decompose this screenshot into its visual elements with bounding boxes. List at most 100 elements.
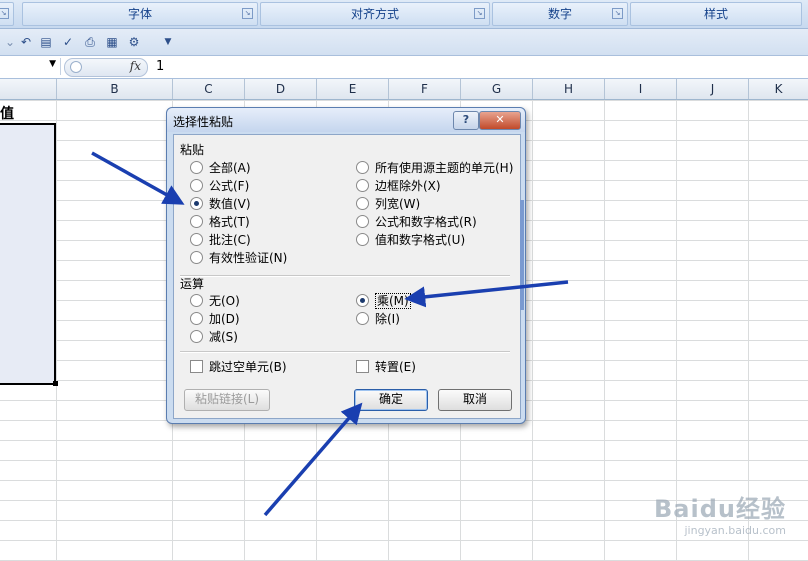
cancel-button[interactable]: 取消	[438, 389, 512, 411]
undo-icon[interactable]: ↶	[18, 35, 34, 49]
tools-icon[interactable]: ⚙	[126, 35, 142, 49]
form-icon[interactable]: ▤	[38, 35, 54, 49]
operation-option-none[interactable]: 无(O)	[190, 293, 240, 309]
option-label: 公式(F)	[209, 179, 250, 193]
operation-option-multiply[interactable]: 乘(M)	[356, 293, 411, 309]
option-label: 格式(T)	[209, 215, 250, 229]
column-header[interactable]: K	[749, 79, 808, 99]
ok-button[interactable]: 确定	[354, 389, 428, 411]
radio-icon[interactable]	[190, 161, 203, 174]
column-header[interactable]: C	[173, 79, 245, 99]
ribbon-group-number: 数字 ↘	[492, 2, 628, 26]
ribbon-group-label: 数字	[547, 7, 572, 21]
option-label: 无(O)	[209, 294, 240, 308]
paste-option-formats[interactable]: 格式(T)	[190, 214, 250, 230]
close-button[interactable]: ✕	[479, 111, 521, 130]
column-header-a[interactable]	[0, 79, 57, 99]
radio-selected-icon[interactable]	[356, 294, 369, 307]
radio-icon[interactable]	[190, 294, 203, 307]
number-dialog-launcher-icon[interactable]: ↘	[612, 8, 623, 19]
checkbox-icon[interactable]	[190, 360, 203, 373]
option-label: 值和数字格式(U)	[375, 233, 466, 247]
radio-icon[interactable]	[356, 179, 369, 192]
fill-handle[interactable]	[53, 381, 58, 386]
checkbox-icon[interactable]	[356, 360, 369, 373]
option-label: 有效性验证(N)	[209, 251, 288, 265]
radio-icon[interactable]	[190, 233, 203, 246]
watermark-url: jingyan.baidu.com	[684, 524, 786, 537]
operation-option-divide[interactable]: 除(I)	[356, 311, 400, 327]
radio-icon[interactable]	[190, 312, 203, 325]
option-label: 边框除外(X)	[375, 179, 441, 193]
radio-icon[interactable]	[190, 251, 203, 264]
customize-icon[interactable]: ▼	[160, 35, 176, 49]
print-preview-icon[interactable]: ⎙	[82, 35, 98, 49]
column-header[interactable]: I	[605, 79, 677, 99]
paste-option-validation[interactable]: 有效性验证(N)	[190, 250, 287, 266]
column-headers: B C D E F G H I J K	[0, 79, 808, 100]
name-box[interactable]: ▼	[0, 58, 61, 75]
name-box-dropdown-icon[interactable]: ▼	[49, 59, 56, 69]
option-label: 所有使用源主题的单元(H)	[375, 161, 514, 175]
overflow-chevron-icon[interactable]: ⌄	[2, 35, 18, 49]
radio-icon[interactable]	[190, 215, 203, 228]
transpose-checkbox[interactable]: 转置(E)	[356, 359, 416, 375]
dialog-body: 粘贴 全部(A) 公式(F) 数值(V) 格式(T) 批注(C) 有效性验证(N…	[173, 134, 521, 419]
column-header[interactable]: G	[461, 79, 533, 99]
radio-icon[interactable]	[356, 233, 369, 246]
column-header[interactable]: J	[677, 79, 749, 99]
ribbon-group-label: 样式	[703, 7, 728, 21]
paste-option-no-borders[interactable]: 边框除外(X)	[356, 178, 441, 194]
help-button[interactable]: ?	[453, 111, 479, 130]
paste-option-source-theme[interactable]: 所有使用源主题的单元(H)	[356, 160, 513, 176]
paste-option-values-numbers[interactable]: 值和数字格式(U)	[356, 232, 465, 248]
cell-a1[interactable]: 值	[0, 103, 14, 123]
option-label: 转置(E)	[375, 360, 416, 374]
dialog-launcher-icon[interactable]: ↘	[0, 8, 9, 19]
radio-icon[interactable]	[356, 312, 369, 325]
skip-blanks-checkbox[interactable]: 跳过空单元(B)	[190, 359, 287, 375]
watermark: Baidu经验 jingyan.baidu.com	[654, 489, 786, 537]
paste-section-label: 粘贴	[180, 143, 205, 157]
radio-icon[interactable]	[190, 330, 203, 343]
paste-option-column-widths[interactable]: 列宽(W)	[356, 196, 420, 212]
watermark-logo: Baidu经验	[654, 495, 786, 523]
paste-link-button[interactable]: 粘贴链接(L)	[184, 389, 270, 411]
paste-option-values[interactable]: 数值(V)	[190, 196, 251, 212]
borders-icon[interactable]: ▦	[104, 35, 120, 49]
alignment-dialog-launcher-icon[interactable]: ↘	[474, 8, 485, 19]
column-header[interactable]: D	[245, 79, 317, 99]
dialog-title: 选择性粘贴	[173, 115, 234, 129]
option-label: 公式和数字格式(R)	[375, 215, 477, 229]
radio-icon[interactable]	[190, 179, 203, 192]
operation-option-add[interactable]: 加(D)	[190, 311, 240, 327]
grid-line	[532, 100, 533, 561]
radio-icon[interactable]	[356, 197, 369, 210]
font-dialog-launcher-icon[interactable]: ↘	[242, 8, 253, 19]
insert-function-button[interactable]: fx	[64, 58, 148, 77]
scrollbar-thumb[interactable]	[520, 200, 524, 310]
column-header[interactable]: B	[57, 79, 173, 99]
paste-option-all[interactable]: 全部(A)	[190, 160, 251, 176]
ribbon-group-font: 字体 ↘	[22, 2, 258, 26]
operation-option-subtract[interactable]: 减(S)	[190, 329, 238, 345]
paste-option-comments[interactable]: 批注(C)	[190, 232, 251, 248]
quick-access-toolbar: ⌄ ↶ ▤ ✓ ⎙ ▦ ⚙ ▼	[0, 29, 808, 56]
option-label: 加(D)	[209, 312, 240, 326]
paste-option-formulas[interactable]: 公式(F)	[190, 178, 249, 194]
column-header[interactable]: E	[317, 79, 389, 99]
spellcheck-icon[interactable]: ✓	[60, 35, 76, 49]
radio-icon[interactable]	[356, 215, 369, 228]
column-header[interactable]: F	[389, 79, 461, 99]
dialog-title-bar[interactable]: 选择性粘贴 ? ✕	[167, 108, 525, 132]
fx-icon: fx	[129, 59, 141, 73]
radio-icon[interactable]	[356, 161, 369, 174]
option-label: 列宽(W)	[375, 197, 421, 211]
ribbon-group-label: 字体	[127, 7, 152, 21]
paste-option-formulas-numbers[interactable]: 公式和数字格式(R)	[356, 214, 477, 230]
separator	[180, 275, 510, 277]
selected-range[interactable]	[0, 123, 56, 385]
formula-input[interactable]: 1	[156, 59, 164, 74]
column-header[interactable]: H	[533, 79, 605, 99]
radio-selected-icon[interactable]	[190, 197, 203, 210]
